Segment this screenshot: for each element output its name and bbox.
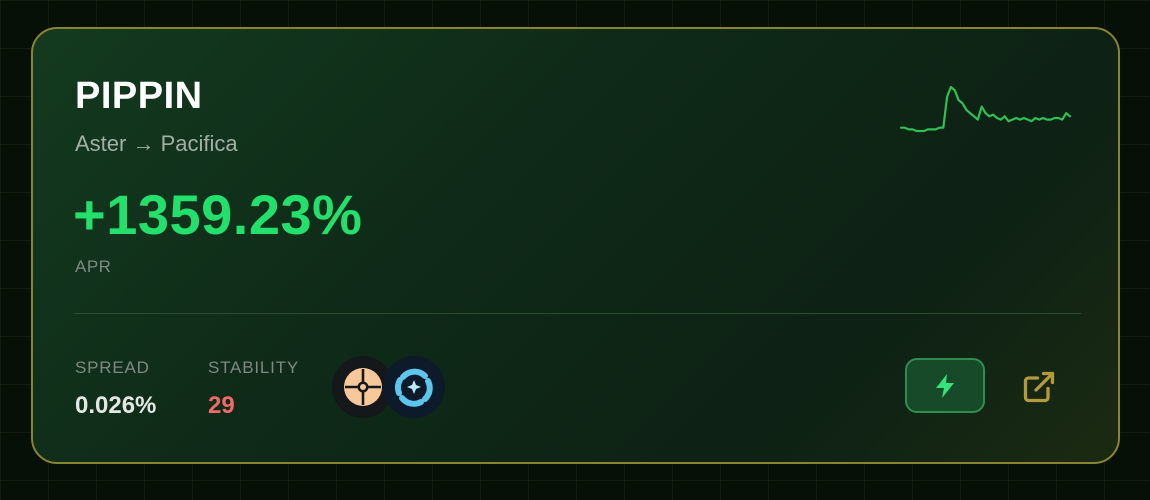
apr-label: APR: [75, 257, 112, 276]
apr-value: +1359.23%: [73, 183, 363, 246]
spread-label: SPREAD: [75, 358, 150, 377]
stability-value: 29: [208, 392, 235, 419]
pair-symbol: PIPPIN: [75, 75, 203, 117]
exchange-route: Aster → Pacifica: [75, 131, 238, 156]
quick-trade-button[interactable]: [905, 358, 985, 413]
spread-value: 0.026%: [75, 392, 157, 419]
open-external-button[interactable]: [1019, 367, 1059, 407]
lightning-bolt-icon: [936, 373, 954, 398]
pair-card[interactable]: PIPPIN Aster → Pacifica +1359.23% APR SP…: [31, 27, 1120, 464]
card-divider: [74, 313, 1081, 314]
external-link-icon: [1023, 371, 1055, 403]
sparkline-path: [899, 85, 1072, 133]
pacifica-logo-icon: [383, 356, 445, 418]
apr-sparkline: [899, 85, 1072, 133]
stability-label: STABILITY: [208, 358, 299, 377]
